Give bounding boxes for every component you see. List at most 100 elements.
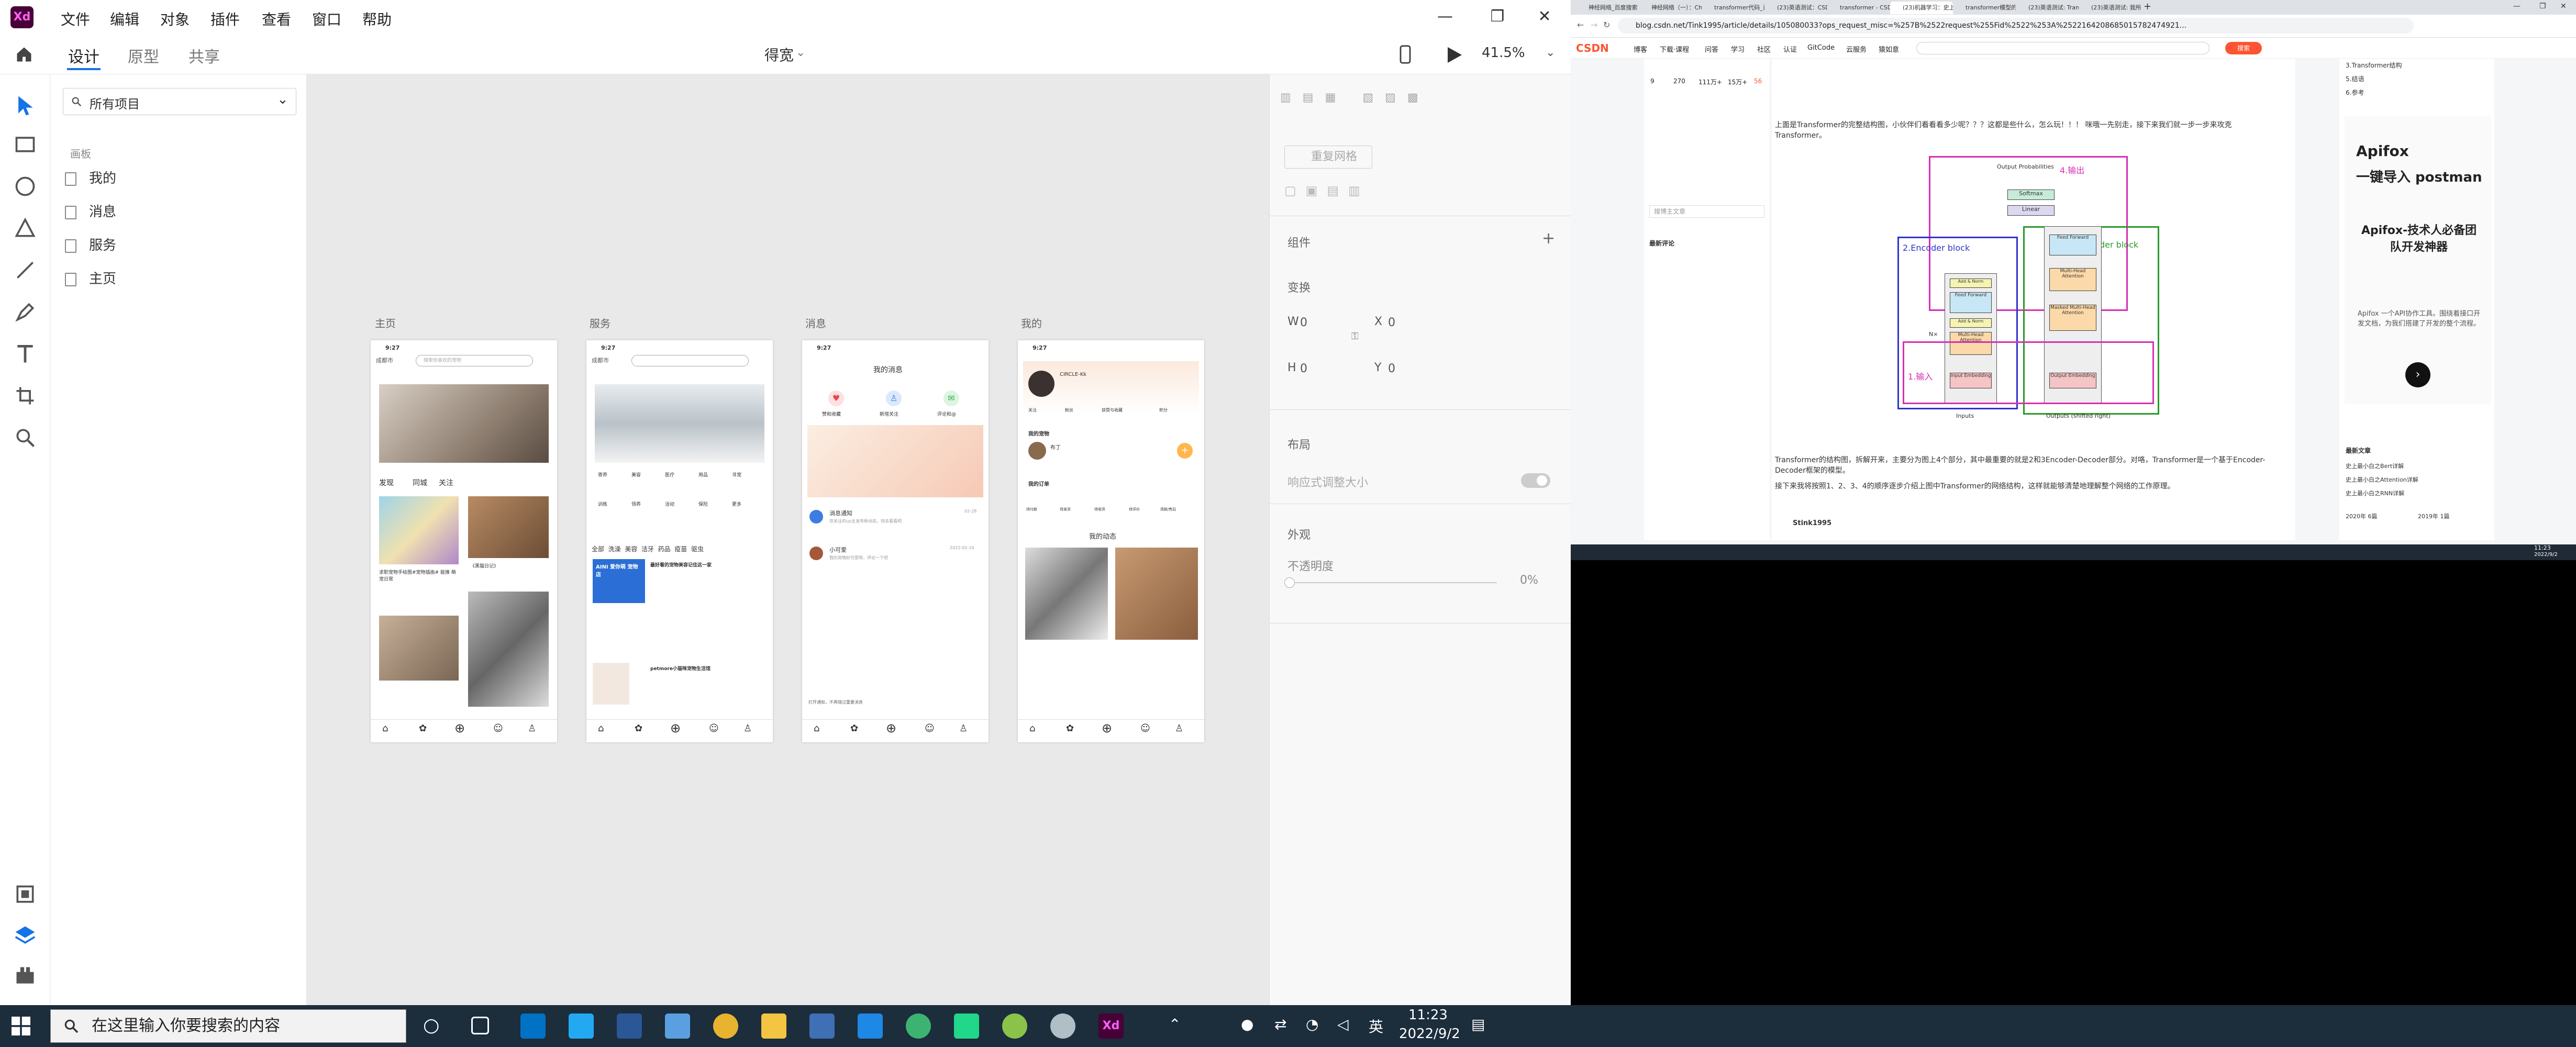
responsive-toggle[interactable] <box>1521 473 1550 488</box>
taskbar-search-input[interactable]: 在这里输入你要搜索的内容 <box>50 1009 406 1043</box>
service-item[interactable]: 更多 <box>732 500 741 507</box>
home-icon[interactable]: ⌂ <box>814 723 819 734</box>
menu-help[interactable]: 帮助 <box>362 8 392 29</box>
app-icon[interactable] <box>858 1013 883 1039</box>
location-label[interactable]: 成都市 <box>376 356 393 364</box>
menu-view[interactable]: 查看 <box>262 8 291 29</box>
shop-title[interactable]: 最好看的宠物美容记住这一家 <box>650 561 712 568</box>
nav-item[interactable]: 问答 <box>1705 44 1718 54</box>
post-image[interactable] <box>468 496 549 558</box>
message-icon[interactable]: ☺ <box>709 723 719 734</box>
ellipse-tool-icon[interactable] <box>14 175 37 198</box>
message-icon[interactable]: ☺ <box>925 723 935 734</box>
service-item[interactable]: 训练 <box>598 500 607 507</box>
zoom-chevron-icon[interactable]: ⌄ <box>1546 46 1555 59</box>
app-icon[interactable] <box>906 1013 931 1039</box>
nav-item[interactable]: GitCode <box>1807 44 1835 52</box>
play-icon[interactable] <box>1446 47 1462 63</box>
post-image[interactable] <box>379 496 459 564</box>
app-icon[interactable] <box>665 1013 690 1039</box>
post-image[interactable] <box>1025 548 1108 640</box>
service-icon[interactable]: ✿ <box>1066 723 1074 734</box>
menu-plugins[interactable]: 插件 <box>210 8 240 29</box>
message-icon[interactable]: ☺ <box>493 723 503 734</box>
app-icon[interactable] <box>1050 1013 1075 1039</box>
artboard-tool-icon[interactable] <box>14 384 37 407</box>
x-input[interactable]: 0 <box>1388 316 1395 329</box>
order-item[interactable]: 退款/售后 <box>1160 507 1176 512</box>
tab-bath[interactable]: 洗澡 <box>608 545 621 553</box>
clock-date[interactable]: 2022/9/2 <box>1399 1026 1460 1042</box>
profile-icon[interactable]: ♙ <box>743 723 752 734</box>
stat-label[interactable]: 获赞与收藏 <box>1102 407 1123 413</box>
back-icon[interactable]: ← <box>1577 20 1584 30</box>
latest-item[interactable]: 史上最小白之RNN详解 <box>2346 489 2404 497</box>
shop-title[interactable]: petmore小猫咪宠物生活馆 <box>650 665 710 672</box>
post-title[interactable]: 求职宠物手绘图#宠物插画# 能推 萌宠日常 <box>379 569 458 582</box>
device-preview-icon[interactable] <box>1398 45 1413 64</box>
message-icon[interactable]: ☺ <box>1140 723 1150 734</box>
order-item[interactable]: 待发货 <box>1060 507 1071 512</box>
browser-tab[interactable]: (23)英语测试：CSDN <box>1764 2 1827 14</box>
polygon-tool-icon[interactable] <box>14 217 37 240</box>
tab-prototype[interactable]: 原型 <box>128 44 159 67</box>
rectangle-tool-icon[interactable] <box>14 133 37 156</box>
tab-teeth[interactable]: 洁牙 <box>641 545 654 553</box>
artboard-title-message[interactable]: 消息 <box>805 315 826 330</box>
shop-promo-image[interactable]: AINI 爱你萌 宠物店 <box>593 559 645 603</box>
menu-file[interactable]: 文件 <box>61 8 90 29</box>
ime-indicator[interactable]: 英 <box>1369 1016 1383 1037</box>
order-item[interactable]: 待评价 <box>1129 507 1140 512</box>
stat-label[interactable]: 粉丝 <box>1065 407 1073 413</box>
opacity-value[interactable]: 0% <box>1520 574 1538 587</box>
add-post-icon[interactable]: ⊕ <box>1102 721 1112 736</box>
browser-tab[interactable]: 神经网络（一）：Ch... <box>1639 2 1702 14</box>
tab-vaccine[interactable]: 疫苗 <box>674 545 687 553</box>
word-icon[interactable] <box>617 1013 642 1039</box>
service-icon[interactable]: ✿ <box>419 723 427 734</box>
notification-center-icon[interactable]: ▤ <box>1471 1016 1485 1033</box>
file-explorer-icon[interactable] <box>761 1013 786 1039</box>
chevron-right-icon[interactable]: › <box>2405 362 2430 387</box>
zoom-tool-icon[interactable] <box>14 426 37 449</box>
avatar[interactable] <box>1028 371 1054 397</box>
service-item[interactable]: 保险 <box>698 500 708 507</box>
menu-edit[interactable]: 编辑 <box>110 8 139 29</box>
stat-label[interactable]: 积分 <box>1159 407 1168 413</box>
service-icon[interactable]: ✿ <box>635 723 642 734</box>
tab-following[interactable]: 关注 <box>439 477 453 488</box>
nav-item[interactable]: 云服务 <box>1846 44 1867 54</box>
profile-icon[interactable]: ♙ <box>959 723 968 734</box>
nav-item[interactable]: 博客 <box>1634 44 1647 54</box>
tab-share[interactable]: 共享 <box>188 44 220 67</box>
home-icon[interactable]: ⌂ <box>382 723 388 734</box>
pet-avatar[interactable] <box>1028 442 1046 460</box>
browser-tab[interactable]: transformer模型的实... <box>1953 2 2016 14</box>
menu-window[interactable]: 窗口 <box>312 8 341 29</box>
artboard-service[interactable]: 9:27 成都市 寄养 美容 医疗 用品 寻宠 训练 领养 活动 保险 更多 全… <box>586 340 773 742</box>
layer-item-service[interactable]: 服务 <box>65 235 116 254</box>
cortana-icon[interactable]: ○ <box>423 1015 439 1036</box>
repeat-grid-button[interactable]: 重复网格 <box>1284 146 1372 169</box>
artboard-title-home[interactable]: 主页 <box>375 315 396 330</box>
artboard-title-mine[interactable]: 我的 <box>1021 315 1042 330</box>
nav-item[interactable]: 猿如意 <box>1879 44 1899 54</box>
author-name[interactable]: Stink1995 <box>1793 519 1831 527</box>
browser-tab[interactable]: (23)英语测试: 我所有的R... <box>2079 2 2141 14</box>
align-buttons[interactable]: ▥▤▦ ▧▨▩ <box>1280 91 1558 112</box>
post-image[interactable] <box>1115 548 1198 640</box>
service-tabs[interactable]: 全部 洗澡 美容 洁牙 药品 疫苗 驱虫 <box>592 544 704 553</box>
restore-icon[interactable]: ❐ <box>1482 5 1513 28</box>
design-canvas[interactable]: 主页 服务 消息 我的 9:27 成都市 搜索你喜欢的宠物 发现 同城 关注 求… <box>307 74 1269 1005</box>
pen-tool-icon[interactable] <box>14 300 37 324</box>
artboard-title-service[interactable]: 服务 <box>590 315 610 330</box>
ad-panel[interactable]: Apifox 一键导入 postman Apifox-技术人必备团队开发神器 A… <box>2345 116 2491 404</box>
tab-medicine[interactable]: 药品 <box>658 545 671 553</box>
minimize-icon[interactable]: — <box>2513 2 2521 10</box>
tab-deworm[interactable]: 驱虫 <box>691 545 704 553</box>
toc-item[interactable]: 6.参考 <box>2346 88 2364 97</box>
tray-chevron-icon[interactable]: ⌃ <box>1169 1016 1181 1033</box>
artboard-home[interactable]: 9:27 成都市 搜索你喜欢的宠物 发现 同城 关注 求职宠物手绘图#宠物插画#… <box>371 340 557 742</box>
reload-icon[interactable]: ↻ <box>1603 20 1610 30</box>
service-icon[interactable]: ✿ <box>850 723 858 734</box>
